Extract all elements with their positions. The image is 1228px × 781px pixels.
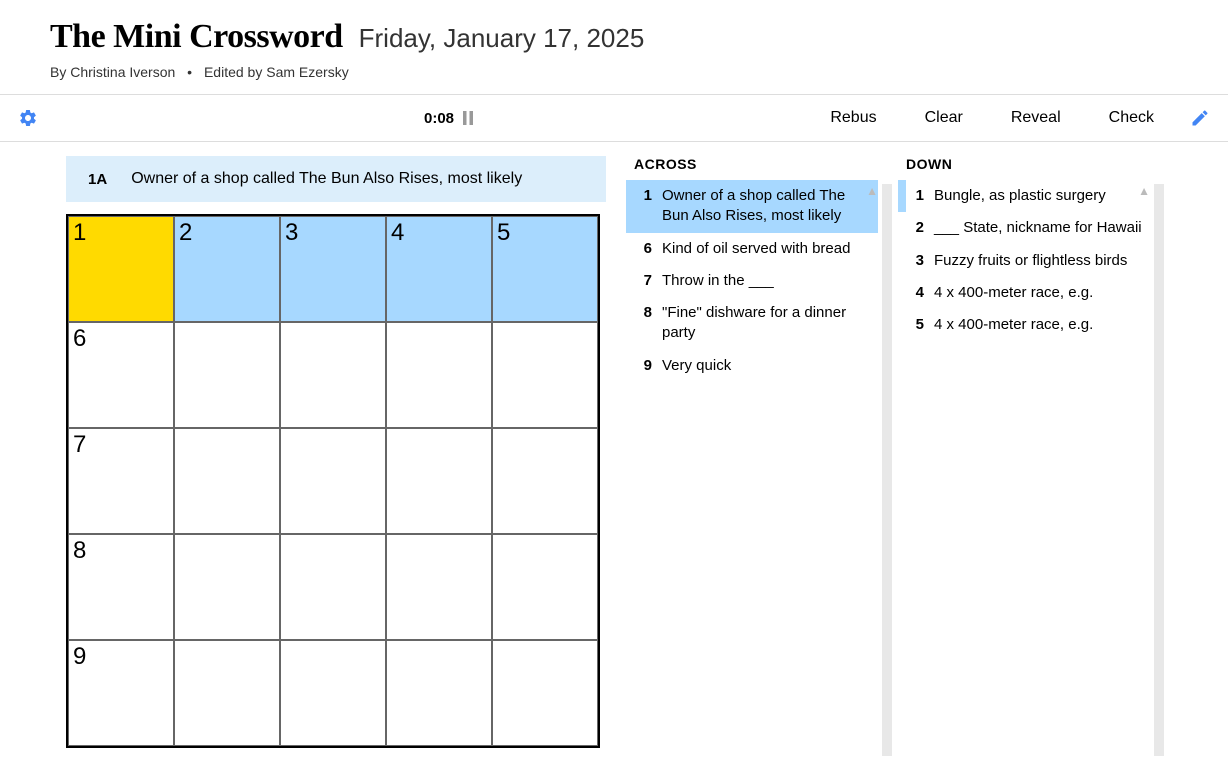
puzzle-date: Friday, January 17, 2025 — [359, 23, 645, 54]
page-title: The Mini Crossword — [50, 18, 343, 56]
grid-cell[interactable] — [280, 534, 386, 640]
rebus-button[interactable]: Rebus — [822, 105, 884, 131]
grid-cell[interactable] — [386, 534, 492, 640]
byline: By Christina Iverson • Edited by Sam Eze… — [50, 64, 1178, 80]
clue-number: 6 — [634, 239, 662, 259]
reveal-button[interactable]: Reveal — [1003, 105, 1069, 131]
current-clue-banner[interactable]: 1A Owner of a shop called The Bun Also R… — [66, 156, 606, 202]
clue-number: 1 — [634, 186, 662, 227]
pause-icon[interactable] — [462, 111, 474, 125]
grid-cell[interactable]: 6 — [68, 322, 174, 428]
timer: 0:08 — [424, 110, 474, 127]
toolbar: 0:08 Rebus Clear Reveal Check — [0, 94, 1228, 142]
grid-cell[interactable] — [492, 428, 598, 534]
clue-item[interactable]: 44 x 400-meter race, e.g. — [898, 277, 1150, 309]
clear-button[interactable]: Clear — [917, 105, 971, 131]
scroll-up-icon[interactable]: ▲ — [866, 184, 878, 198]
grid-cell[interactable] — [492, 534, 598, 640]
cell-number: 1 — [73, 219, 86, 247]
cell-number: 6 — [73, 325, 86, 353]
grid-cell[interactable]: 7 — [68, 428, 174, 534]
grid-cell[interactable]: 5 — [492, 216, 598, 322]
across-heading: ACROSS — [626, 156, 878, 172]
grid-cell[interactable] — [174, 640, 280, 746]
clue-text: Very quick — [662, 356, 870, 376]
clue-text: Throw in the ___ — [662, 271, 870, 291]
clue-text: Owner of a shop called The Bun Also Rise… — [662, 186, 870, 227]
clue-text: "Fine" dishware for a dinner party — [662, 303, 870, 344]
header: The Mini Crossword Friday, January 17, 2… — [0, 0, 1228, 94]
cell-number: 3 — [285, 219, 298, 247]
across-clues: ACROSS ▲ 1Owner of a shop called The Bun… — [626, 156, 878, 756]
grid-cell[interactable]: 2 — [174, 216, 280, 322]
grid-cell[interactable]: 8 — [68, 534, 174, 640]
clue-number: 9 — [634, 356, 662, 376]
clue-item[interactable]: 3Fuzzy fruits or flightless birds — [898, 245, 1150, 277]
clue-number: 3 — [906, 251, 934, 271]
grid-cell[interactable] — [174, 322, 280, 428]
cell-number: 8 — [73, 537, 86, 565]
current-clue-label: 1A — [88, 171, 107, 188]
clue-item[interactable]: 54 x 400-meter race, e.g. — [898, 309, 1150, 341]
grid-cell[interactable] — [280, 428, 386, 534]
clue-item[interactable]: 2___ State, nickname for Hawaii — [898, 212, 1150, 244]
timer-value: 0:08 — [424, 110, 454, 127]
scrollbar[interactable] — [882, 184, 892, 756]
grid-cell[interactable] — [492, 640, 598, 746]
grid-cell[interactable]: 1 — [68, 216, 174, 322]
clue-number: 1 — [906, 186, 934, 206]
clue-text: ___ State, nickname for Hawaii — [934, 218, 1142, 238]
grid-cell[interactable] — [386, 428, 492, 534]
grid-cell[interactable] — [280, 640, 386, 746]
clue-text: Kind of oil served with bread — [662, 239, 870, 259]
clue-text: 4 x 400-meter race, e.g. — [934, 315, 1142, 335]
check-button[interactable]: Check — [1101, 105, 1162, 131]
clue-item[interactable]: 8"Fine" dishware for a dinner party — [626, 297, 878, 350]
grid-cell[interactable] — [174, 428, 280, 534]
grid-cell[interactable] — [280, 322, 386, 428]
clue-number: 4 — [906, 283, 934, 303]
scroll-up-icon[interactable]: ▲ — [1138, 184, 1150, 198]
clue-item[interactable]: 6Kind of oil served with bread — [626, 233, 878, 265]
cell-number: 7 — [73, 431, 86, 459]
clue-number: 7 — [634, 271, 662, 291]
clue-item[interactable]: 9Very quick — [626, 350, 878, 382]
main: 1A Owner of a shop called The Bun Also R… — [0, 142, 1228, 756]
grid-cell[interactable]: 9 — [68, 640, 174, 746]
cell-number: 5 — [497, 219, 510, 247]
pencil-icon[interactable] — [1190, 108, 1210, 128]
scrollbar[interactable] — [1154, 184, 1164, 756]
grid-cell[interactable]: 4 — [386, 216, 492, 322]
cell-number: 9 — [73, 643, 86, 671]
grid-cell[interactable]: 3 — [280, 216, 386, 322]
clue-number: 2 — [906, 218, 934, 238]
grid-cell[interactable] — [386, 322, 492, 428]
current-clue-text: Owner of a shop called The Bun Also Rise… — [131, 170, 522, 188]
grid-cell[interactable] — [174, 534, 280, 640]
clue-item[interactable]: 1Owner of a shop called The Bun Also Ris… — [626, 180, 878, 233]
clue-text: 4 x 400-meter race, e.g. — [934, 283, 1142, 303]
clue-item[interactable]: 7Throw in the ___ — [626, 265, 878, 297]
down-heading: DOWN — [898, 156, 1150, 172]
clue-number: 5 — [906, 315, 934, 335]
cell-number: 4 — [391, 219, 404, 247]
crossword-grid: 1 2 3 4 5 6 7 8 9 — [66, 214, 600, 748]
clue-number: 8 — [634, 303, 662, 344]
clue-text: Fuzzy fruits or flightless birds — [934, 251, 1142, 271]
cell-number: 2 — [179, 219, 192, 247]
clue-text: Bungle, as plastic surgery — [934, 186, 1142, 206]
grid-cell[interactable] — [492, 322, 598, 428]
gear-icon[interactable] — [18, 108, 38, 128]
clue-item[interactable]: 1Bungle, as plastic surgery — [898, 180, 1150, 212]
grid-cell[interactable] — [386, 640, 492, 746]
down-clues: DOWN ▲ 1Bungle, as plastic surgery2___ S… — [898, 156, 1150, 756]
